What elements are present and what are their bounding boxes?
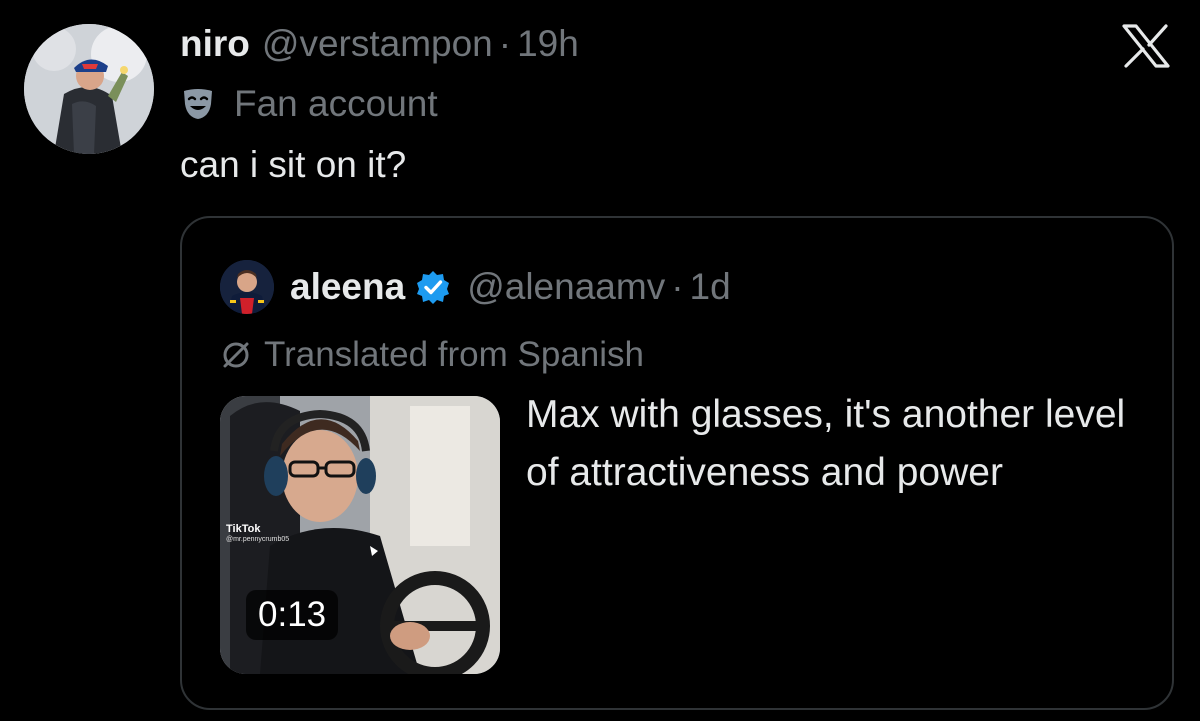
- quoted-tweet-text: Max with glasses, it's another level of …: [526, 393, 1126, 494]
- verified-badge-icon[interactable]: [415, 269, 451, 305]
- separator-dot: ·: [498, 23, 512, 64]
- separator-dot: ·: [671, 266, 684, 307]
- tiktok-watermark-user: @mr.pennycrumb05: [226, 536, 290, 543]
- quoted-tweet[interactable]: aleena @alenaamv · 1d Translated from Sp…: [180, 216, 1174, 710]
- quoted-author-display-name[interactable]: aleena: [290, 265, 405, 309]
- translate-icon: [223, 342, 249, 368]
- author-display-name[interactable]: niro: [180, 22, 250, 66]
- avatar-photo: [24, 24, 154, 154]
- tweet-text: can i sit on it?: [180, 144, 407, 185]
- author-handle[interactable]: @verstampon: [262, 22, 493, 66]
- tweet-header: niro @verstampon · 19h: [180, 22, 579, 66]
- x-logo-icon[interactable]: [1122, 24, 1170, 68]
- tweet-timestamp[interactable]: 19h: [517, 22, 579, 66]
- quoted-timestamp[interactable]: 1d: [690, 265, 731, 309]
- tweet[interactable]: niro @verstampon · 19h Fan account can i…: [0, 0, 1200, 721]
- translation-note[interactable]: Translated from Spanish: [220, 334, 644, 376]
- translation-note-text: Translated from Spanish: [264, 335, 644, 374]
- video-thumbnail[interactable]: TikTok @mr.pennycrumb05 0:13: [220, 396, 500, 674]
- quoted-author-avatar[interactable]: [220, 260, 274, 314]
- account-label[interactable]: Fan account: [180, 82, 438, 126]
- quoted-author-handle[interactable]: @alenaamv: [467, 265, 665, 309]
- video-duration-badge: 0:13: [246, 590, 339, 640]
- quoted-tweet-header: aleena @alenaamv · 1d: [220, 260, 731, 314]
- author-avatar[interactable]: [24, 24, 154, 154]
- theater-mask-icon: [184, 89, 212, 119]
- tiktok-watermark: TikTok: [226, 523, 261, 535]
- account-label-text: Fan account: [234, 83, 438, 124]
- quoted-avatar-photo: [220, 260, 274, 314]
